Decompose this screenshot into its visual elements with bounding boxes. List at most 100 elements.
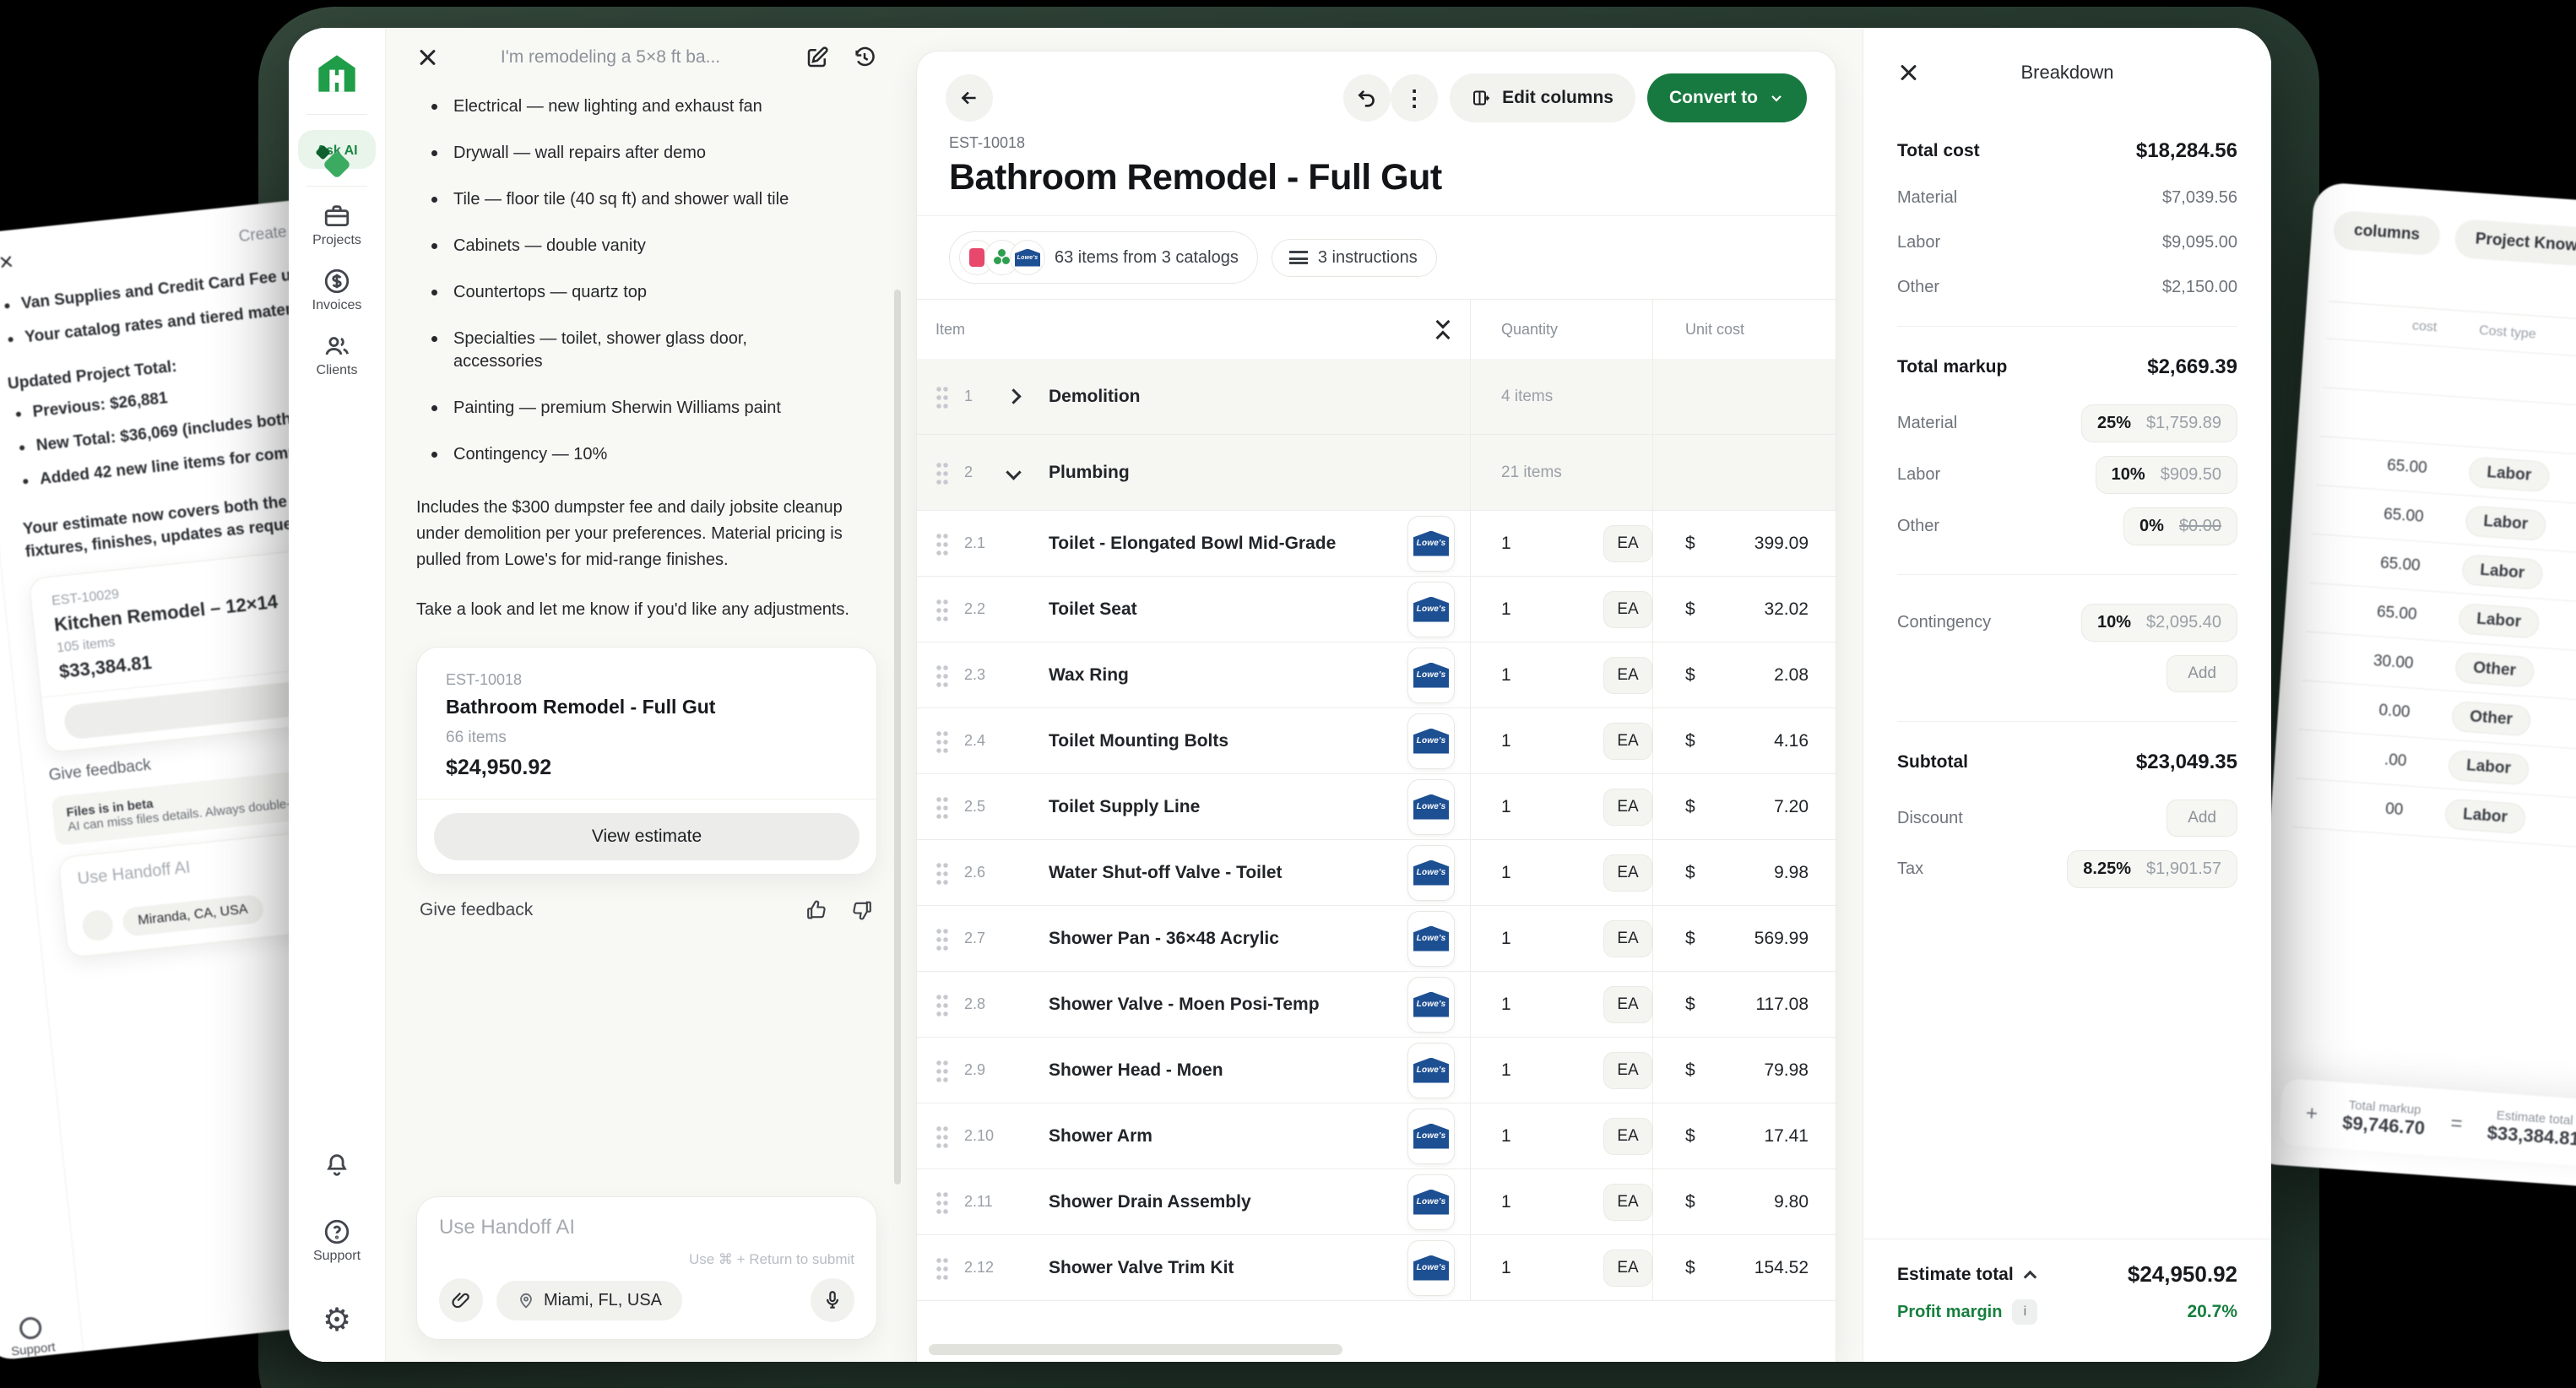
markup-pill-other[interactable]: 0%$0.00 [2123, 507, 2237, 545]
chat-scrollbar[interactable] [894, 290, 901, 1185]
unit-cost-cell[interactable] [1652, 435, 1836, 510]
add-contingency-button[interactable]: Add [2167, 655, 2237, 692]
collapse-row-icon[interactable] [1008, 467, 1049, 478]
quantity-cell[interactable]: 21 items [1470, 435, 1652, 510]
view-estimate-button[interactable]: View estimate [434, 813, 860, 860]
handoff-logo-icon[interactable] [315, 52, 359, 95]
table-row-2.2[interactable]: 2.2Toilet SeatLowe's1EA$32.02 [917, 577, 1836, 642]
settings-button[interactable]: ⚙ [323, 1304, 351, 1336]
drag-handle-icon[interactable] [935, 993, 949, 1017]
collapse-all-icon[interactable] [1438, 317, 1455, 343]
table-row-2.6[interactable]: 2.6Water Shut-off Valve - ToiletLowe's1E… [917, 840, 1836, 906]
drag-handle-icon[interactable] [935, 861, 949, 885]
quantity-cell[interactable]: 1EA [1470, 1038, 1652, 1103]
unit-cost-cell[interactable]: $399.09 [1652, 511, 1836, 576]
notifications-button[interactable] [323, 1151, 351, 1184]
estimate-total-row[interactable]: Estimate total $24,950.92 [1897, 1261, 2237, 1288]
quantity-cell[interactable]: 1EA [1470, 1103, 1652, 1168]
sidebar-item-clients[interactable]: Clients [317, 332, 358, 378]
table-row-2.7[interactable]: 2.7Shower Pan - 36×48 AcrylicLowe's1EA$5… [917, 906, 1836, 972]
quantity-cell[interactable]: 4 items [1470, 359, 1652, 434]
unit-chip[interactable]: EA [1603, 789, 1652, 826]
markup-pill-labor[interactable]: 10%$909.50 [2096, 456, 2237, 494]
chat-message-input[interactable] [439, 1216, 854, 1239]
unit-chip[interactable]: EA [1603, 525, 1652, 562]
table-row-2[interactable]: 2Plumbing21 items [917, 435, 1836, 511]
drag-handle-icon[interactable] [935, 927, 949, 951]
unit-chip[interactable]: EA [1603, 1118, 1652, 1155]
more-options-button[interactable]: ⋮ [1391, 74, 1438, 122]
unit-cost-cell[interactable]: $2.08 [1652, 642, 1836, 708]
unit-cost-cell[interactable]: $569.99 [1652, 906, 1836, 971]
quantity-cell[interactable]: 1EA [1470, 1235, 1652, 1300]
drag-handle-icon[interactable] [935, 461, 949, 485]
table-row-2.8[interactable]: 2.8Shower Valve - Moen Posi-TempLowe's1E… [917, 972, 1836, 1038]
unit-cost-cell[interactable]: $79.98 [1652, 1038, 1836, 1103]
unit-cost-cell[interactable]: $9.98 [1652, 840, 1836, 905]
close-icon[interactable] [416, 46, 438, 68]
quantity-cell[interactable]: 1EA [1470, 906, 1652, 971]
sidebar-item-support[interactable]: Support [313, 1217, 361, 1264]
drag-handle-icon[interactable] [935, 1190, 949, 1214]
drag-handle-icon[interactable] [935, 385, 949, 409]
expand-row-icon[interactable] [1008, 391, 1049, 402]
unit-cost-cell[interactable]: $7.20 [1652, 774, 1836, 839]
instructions-pill[interactable]: 3 instructions [1272, 239, 1437, 277]
undo-button[interactable] [1343, 74, 1391, 122]
unit-cost-cell[interactable] [1652, 359, 1836, 434]
markup-pill-material[interactable]: 25%$1,759.89 [2081, 404, 2237, 442]
catalogs-pill[interactable]: Lowe's 63 items from 3 catalogs [949, 231, 1258, 284]
table-row-2.11[interactable]: 2.11Shower Drain AssemblyLowe's1EA$9.80 [917, 1169, 1836, 1235]
drag-handle-icon[interactable] [935, 795, 949, 819]
quantity-cell[interactable]: 1EA [1470, 972, 1652, 1037]
drag-handle-icon[interactable] [935, 598, 949, 621]
drag-handle-icon[interactable] [935, 729, 949, 753]
table-row-2.1[interactable]: 2.1Toilet - Elongated Bowl Mid-GradeLowe… [917, 511, 1836, 577]
sidebar-item-ask-ai[interactable]: Ask AI [298, 130, 376, 169]
table-row-2.12[interactable]: 2.12Shower Valve Trim KitLowe's1EA$154.5… [917, 1235, 1836, 1301]
table-row-2.5[interactable]: 2.5Toilet Supply LineLowe's1EA$7.20 [917, 774, 1836, 840]
sidebar-item-invoices[interactable]: Invoices [312, 267, 362, 313]
table-row-1[interactable]: 1Demolition4 items [917, 359, 1836, 435]
drag-handle-icon[interactable] [935, 1256, 949, 1280]
unit-chip[interactable]: EA [1603, 1184, 1652, 1221]
location-pill[interactable]: Miami, FL, USA [496, 1281, 682, 1320]
thumbs-down-icon[interactable] [850, 898, 874, 922]
quantity-cell[interactable]: 1EA [1470, 840, 1652, 905]
voice-input-button[interactable] [811, 1278, 854, 1322]
attach-file-button[interactable] [439, 1278, 483, 1322]
quantity-cell[interactable]: 1EA [1470, 511, 1652, 576]
unit-chip[interactable]: EA [1603, 723, 1652, 760]
history-icon[interactable] [852, 45, 877, 70]
unit-cost-cell[interactable]: $154.52 [1652, 1235, 1836, 1300]
quantity-cell[interactable]: 1EA [1470, 642, 1652, 708]
quantity-cell[interactable]: 1EA [1470, 708, 1652, 773]
contingency-pill[interactable]: 10%$2,095.40 [2081, 604, 2237, 642]
unit-cost-cell[interactable]: $4.16 [1652, 708, 1836, 773]
drag-handle-icon[interactable] [935, 1125, 949, 1148]
table-row-2.4[interactable]: 2.4Toilet Mounting BoltsLowe's1EA$4.16 [917, 708, 1836, 774]
quantity-cell[interactable]: 1EA [1470, 577, 1652, 642]
info-icon[interactable]: i [2012, 1299, 2037, 1325]
table-row-2.9[interactable]: 2.9Shower Head - MoenLowe's1EA$79.98 [917, 1038, 1836, 1103]
table-row-2.3[interactable]: 2.3Wax RingLowe's1EA$2.08 [917, 642, 1836, 708]
unit-chip[interactable]: EA [1603, 657, 1652, 694]
drag-handle-icon[interactable] [935, 664, 949, 687]
unit-chip[interactable]: EA [1603, 591, 1652, 628]
horizontal-scrollbar[interactable] [929, 1344, 1342, 1355]
add-discount-button[interactable]: Add [2167, 800, 2237, 837]
unit-cost-cell[interactable]: $9.80 [1652, 1169, 1836, 1234]
quantity-cell[interactable]: 1EA [1470, 774, 1652, 839]
table-row-2.10[interactable]: 2.10Shower ArmLowe's1EA$17.41 [917, 1103, 1836, 1169]
unit-chip[interactable]: EA [1603, 1250, 1652, 1287]
drag-handle-icon[interactable] [935, 532, 949, 556]
tax-pill[interactable]: 8.25%$1,901.57 [2067, 850, 2237, 888]
unit-chip[interactable]: EA [1603, 986, 1652, 1023]
sidebar-item-projects[interactable]: Projects [312, 202, 361, 248]
unit-cost-cell[interactable]: $17.41 [1652, 1103, 1836, 1168]
unit-chip[interactable]: EA [1603, 1052, 1652, 1089]
unit-cost-cell[interactable]: $32.02 [1652, 577, 1836, 642]
unit-cost-cell[interactable]: $117.08 [1652, 972, 1836, 1037]
edit-columns-button[interactable]: Edit columns [1450, 73, 1635, 122]
close-icon[interactable] [1897, 62, 1919, 84]
